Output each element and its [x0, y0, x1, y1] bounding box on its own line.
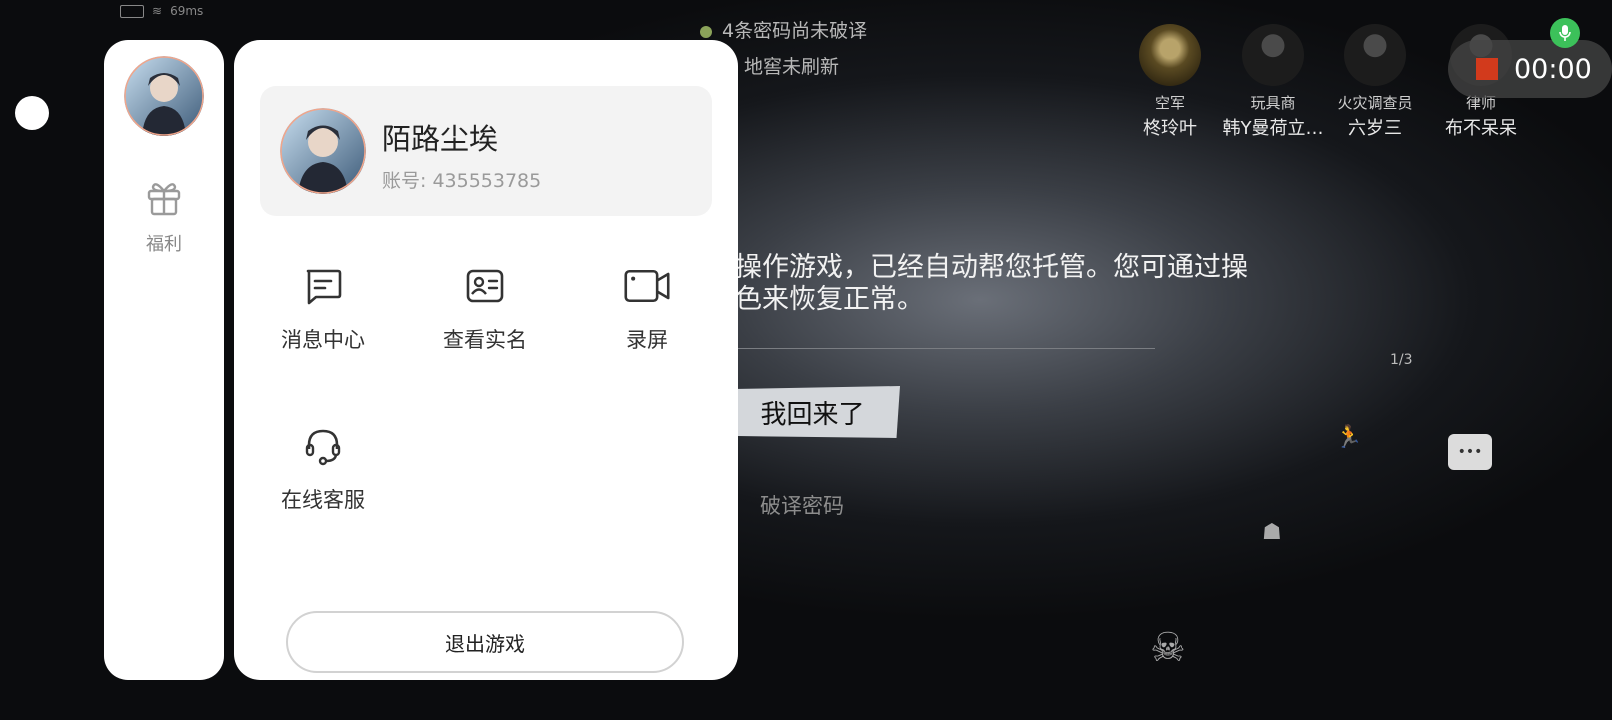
- recording-time: 00:00: [1514, 53, 1592, 85]
- page-indicator: 1/3: [1390, 352, 1413, 368]
- exit-game-button[interactable]: 退出游戏: [286, 611, 684, 673]
- profile-card[interactable]: 陌路尘埃 账号: 435553785: [260, 86, 712, 216]
- afk-message: 操作游戏，已经自动帮您托管。您可通过操 色来恢复正常。: [735, 252, 1248, 315]
- mic-icon[interactable]: [1550, 18, 1580, 48]
- side-panel: 福利: [104, 40, 224, 680]
- teammate-portrait: [1344, 24, 1406, 86]
- message-icon: [299, 262, 347, 310]
- teammate-role: 空军: [1154, 94, 1185, 112]
- wifi-icon: ≋: [152, 4, 163, 18]
- stop-record-icon[interactable]: [1476, 58, 1498, 80]
- gift-icon: [147, 183, 181, 216]
- return-button[interactable]: 我回来了: [725, 386, 900, 438]
- profile-account: 账号: 435553785: [382, 170, 542, 192]
- teammate-2: 玩具商 韩Y曼荷立…: [1218, 24, 1328, 140]
- menu-label: 录屏: [626, 328, 668, 352]
- menu-online-service[interactable]: 在线客服: [253, 422, 393, 514]
- teammate-portrait: [1242, 24, 1304, 86]
- id-card-icon: [461, 262, 509, 310]
- side-avatar[interactable]: [124, 56, 204, 136]
- menu-screen-record[interactable]: 录屏: [577, 262, 717, 354]
- figure-icon: ☗: [1262, 520, 1282, 545]
- skull-icon[interactable]: ☠: [1150, 625, 1186, 671]
- welfare-entry[interactable]: 福利: [104, 176, 224, 256]
- menu-label: 在线客服: [281, 488, 365, 512]
- profile-avatar[interactable]: [280, 108, 366, 194]
- recording-indicator[interactable]: 00:00: [1448, 40, 1612, 98]
- menu-label: 查看实名: [443, 328, 527, 352]
- crack-cipher-button[interactable]: 破译密码: [760, 490, 844, 520]
- menu-view-real-name[interactable]: 查看实名: [415, 262, 555, 354]
- battery-icon: [120, 4, 144, 18]
- run-icon[interactable]: 🏃: [1335, 425, 1362, 450]
- menu-message-center[interactable]: 消息中心: [253, 262, 393, 354]
- menu-label: 消息中心: [281, 328, 365, 352]
- teammate-1: 空军 柊玲叶: [1115, 24, 1225, 140]
- teammate-name: 韩Y曼荷立…: [1222, 118, 1324, 139]
- message-divider: [735, 348, 1155, 349]
- teammate-name: 六岁三: [1348, 118, 1402, 139]
- teammate-portrait: [1139, 24, 1201, 86]
- profile-name: 陌路尘埃: [382, 122, 499, 156]
- main-panel: 陌路尘埃 账号: 435553785 消息中心 查看实名 录屏 在线客服 退出游…: [234, 40, 738, 680]
- video-icon: [623, 262, 671, 310]
- teammate-3: 火灾调查员 六岁三: [1320, 24, 1430, 140]
- teammate-name: 柊玲叶: [1143, 118, 1197, 139]
- status-bar: ≋ 69ms: [120, 4, 203, 18]
- dungeon-status: 地窖未刷新: [722, 52, 839, 79]
- floating-assistant-ball[interactable]: [15, 96, 49, 130]
- teammate-name: 布不呆呆: [1445, 118, 1517, 139]
- signal-latency: 69ms: [170, 4, 204, 18]
- teammate-role: 火灾调查员: [1337, 94, 1413, 112]
- chat-icon[interactable]: •••: [1448, 434, 1492, 470]
- cipher-dot-icon: [700, 25, 712, 38]
- gift-label: 福利: [146, 234, 182, 255]
- headset-icon: [299, 422, 347, 470]
- teammate-role: 玩具商: [1250, 94, 1296, 112]
- cipher-status: 4条密码尚未破译: [700, 16, 867, 43]
